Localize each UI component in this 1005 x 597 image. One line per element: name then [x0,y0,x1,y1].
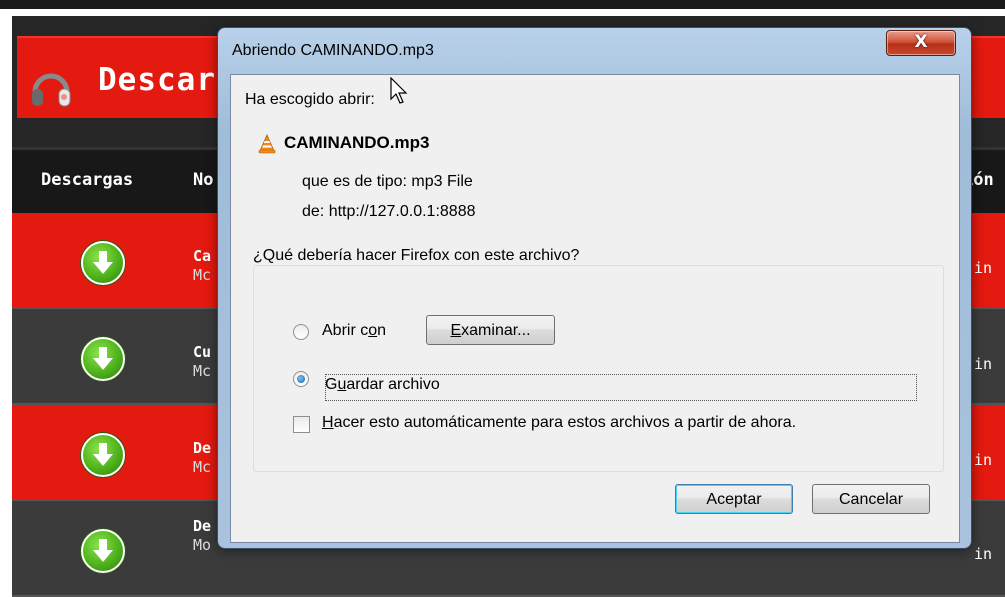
arrow-down-icon [93,539,113,562]
accept-button[interactable]: Aceptar [675,484,793,514]
arrow-down-icon [93,347,113,370]
column-downloads: Descargas [41,170,134,190]
download-button[interactable] [81,241,125,285]
dialog-title: Abriendo CAMINANDO.mp3 [232,42,434,59]
download-dialog: Abriendo CAMINANDO.mp3 X Ha escogido abr… [218,28,971,548]
file-type-label: que es de tipo: [302,173,407,190]
column-name: No [193,170,214,190]
close-icon: X [914,32,928,52]
browser-top-strip [0,0,1005,16]
song-title: Ca [193,247,212,265]
file-type-value: mp3 File [411,173,473,190]
row-right-text: in [974,259,993,277]
song-artist: Mc [193,458,212,476]
row-right-text: in [974,355,993,373]
close-button[interactable]: X [886,30,956,56]
browse-button[interactable]: Examinar... [426,315,555,345]
dialog-body: Ha escogido abrir: CAMINANDO.mp3 que es … [230,74,960,543]
save-file-radio[interactable] [293,371,309,387]
save-file-label[interactable]: Guardar archivo [325,376,440,394]
song-artist: Mc [193,362,212,380]
song-artist: Mc [193,266,212,284]
auto-checkbox-label[interactable]: Hacer esto automáticamente para estos ar… [322,414,796,432]
arrow-down-icon [93,251,113,274]
site-title: Descar [98,62,216,98]
row-right-text: in [974,545,993,563]
download-button[interactable] [81,433,125,477]
cancel-button[interactable]: Cancelar [812,484,930,514]
groupbox-label: ¿Qué debería hacer Firefox con este arch… [251,247,582,265]
song-artist: Mo [193,536,212,554]
download-button[interactable] [81,337,125,381]
file-source-label: de: [302,203,325,220]
intro-text: Ha escogido abrir: [245,91,375,108]
mouse-cursor-icon [390,77,408,104]
file-name: CAMINANDO.mp3 [284,133,430,152]
auto-checkbox[interactable] [293,416,310,433]
song-title: De [193,439,212,457]
download-button[interactable] [81,529,125,573]
song-title: De [193,517,212,535]
headphones-logo-icon [32,73,71,107]
file-source-value: http://127.0.0.1:8888 [328,203,476,220]
action-groupbox [253,265,944,472]
arrow-down-icon [93,443,113,466]
open-with-label[interactable]: Abrir con [322,322,386,340]
row-right-text: in [974,451,993,469]
open-with-radio[interactable] [293,324,309,340]
song-title: Cu [193,343,212,361]
vlc-cone-icon [258,134,276,154]
